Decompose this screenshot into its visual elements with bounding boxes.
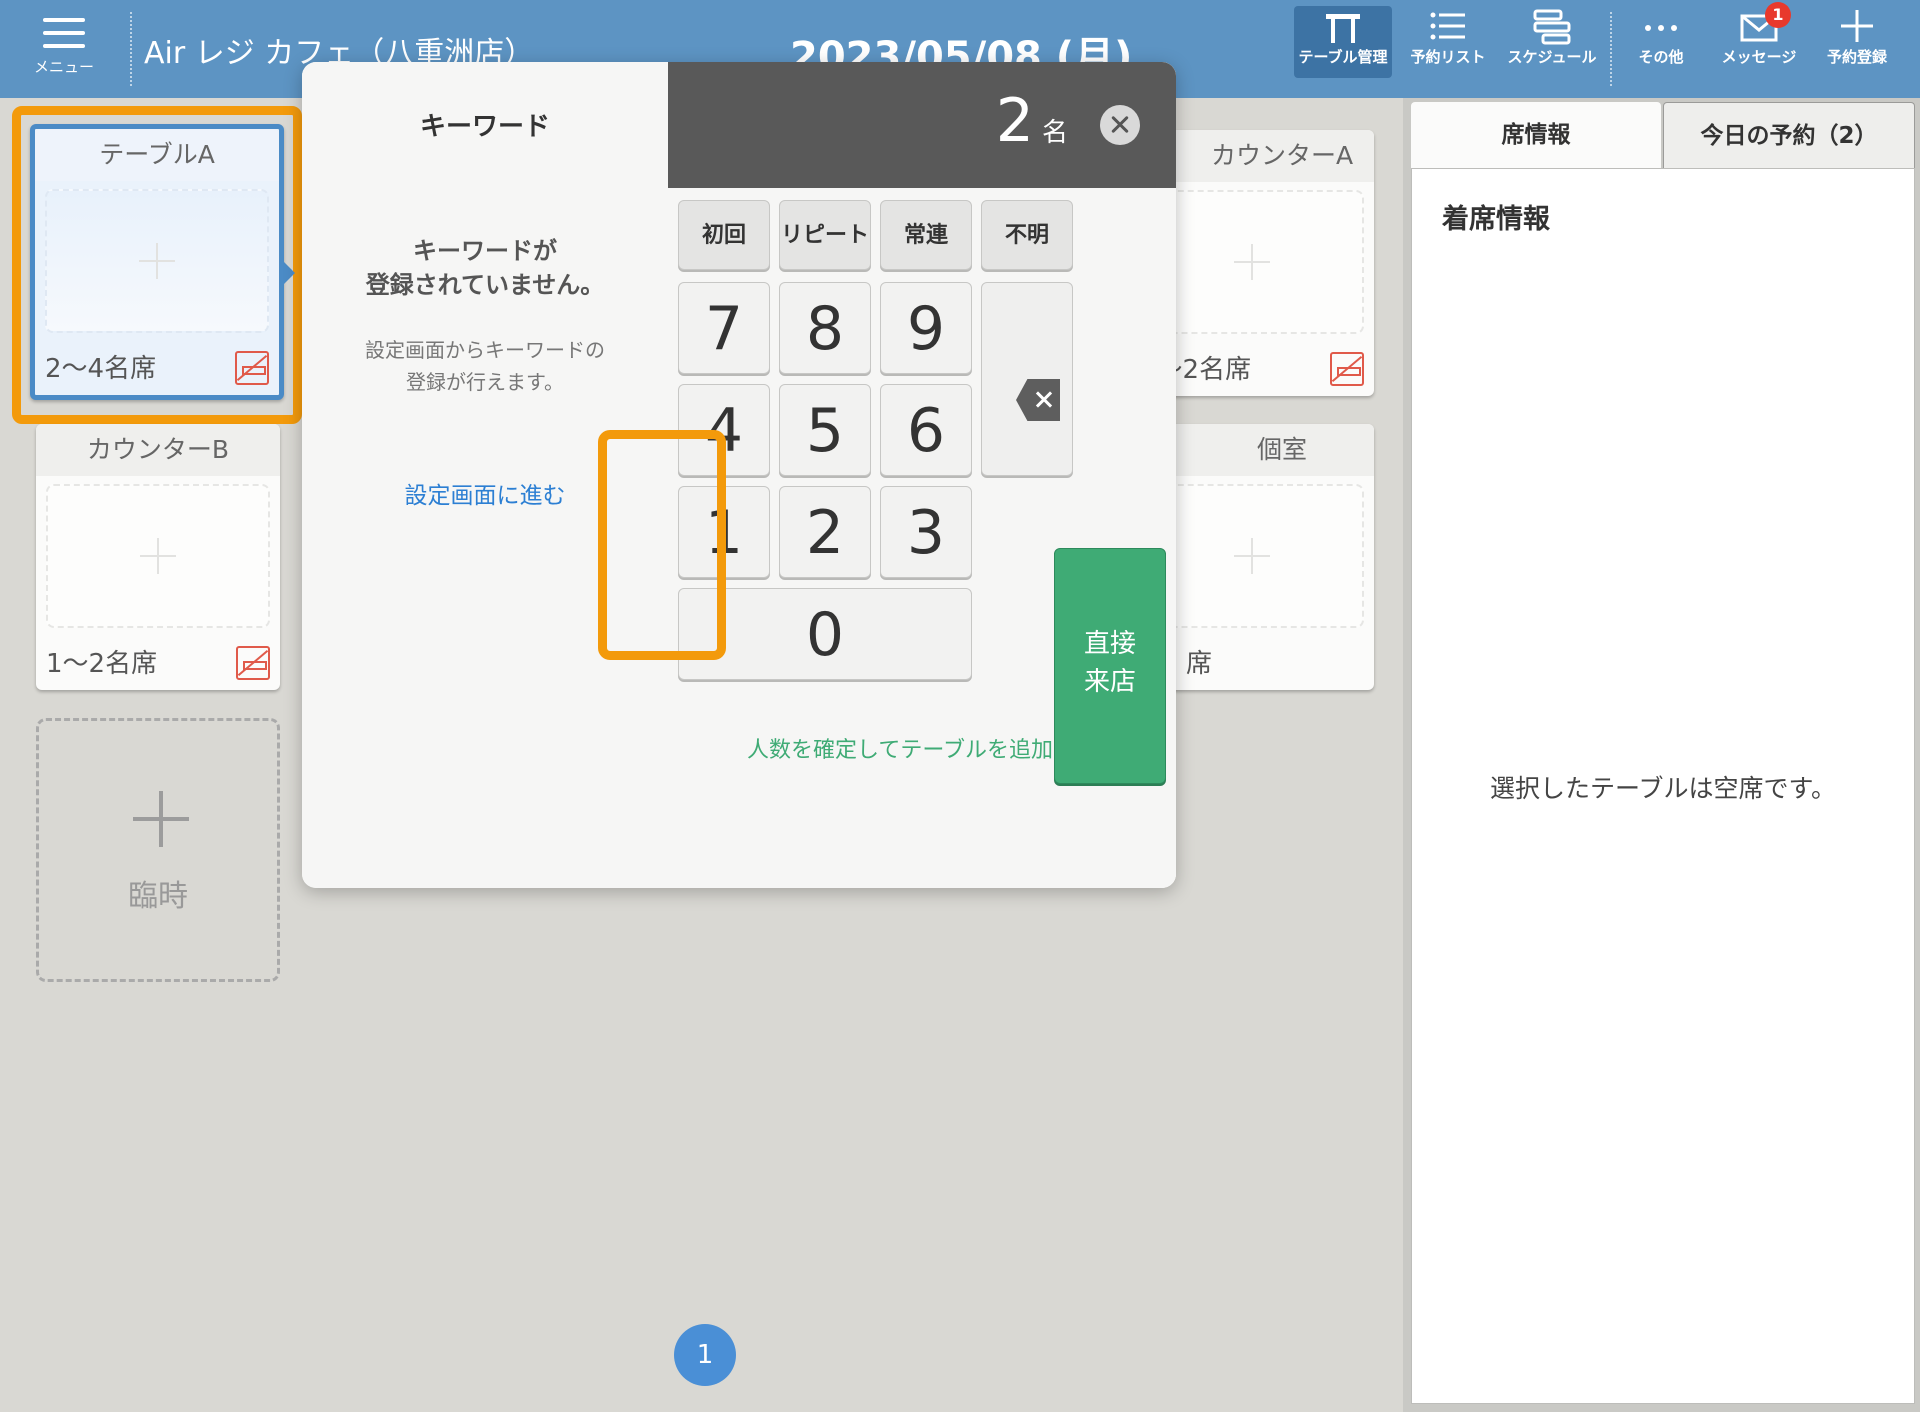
right-panel: 席情報 今日の予約（2） 着席情報 選択したテーブルは空席です。 xyxy=(1403,98,1920,1412)
table-card-a[interactable]: テーブルA 2～4名席 xyxy=(30,124,295,400)
guest-count-unit: 名 xyxy=(1041,118,1068,148)
more-icon xyxy=(1641,6,1681,46)
walk-in-button[interactable]: 直接 来店 xyxy=(1054,548,1166,784)
table-slot xyxy=(45,189,269,333)
key-7[interactable]: 7 xyxy=(678,282,770,374)
table-icon xyxy=(1323,6,1363,46)
table-capacity: 席 xyxy=(1186,649,1213,679)
header-divider xyxy=(1610,12,1612,86)
temporary-table-button[interactable]: 臨時 xyxy=(36,718,280,982)
table-management-label: テーブル管理 xyxy=(1298,48,1388,66)
table-name: カウンターB xyxy=(36,424,280,476)
no-smoking-icon xyxy=(236,646,270,680)
key-5[interactable]: 5 xyxy=(779,384,871,476)
header-divider xyxy=(130,12,132,86)
backspace-button[interactable] xyxy=(981,282,1073,476)
guest-count-dialog: キーワード キーワードが 登録されていません。 設定画面からキーワードの 登録が… xyxy=(302,62,1176,888)
plus-icon xyxy=(1234,538,1270,574)
list-icon xyxy=(1428,6,1468,46)
plus-icon xyxy=(140,538,176,574)
add-reservation-button[interactable]: 予約登録 xyxy=(1816,6,1898,78)
temporary-table-label: 臨時 xyxy=(128,879,188,914)
mail-icon: 1 xyxy=(1739,2,1791,46)
no-smoking-icon xyxy=(235,351,269,385)
schedule-icon xyxy=(1532,6,1572,46)
menu-button[interactable]: メニュー xyxy=(18,14,110,84)
hamburger-icon xyxy=(43,14,85,48)
walkin-highlight xyxy=(598,430,726,660)
plus-icon xyxy=(1234,244,1270,280)
tab-todays-reservations[interactable]: 今日の予約（2） xyxy=(1663,102,1915,168)
message-button[interactable]: 1 メッセージ xyxy=(1714,2,1804,78)
schedule-button[interactable]: スケジュール xyxy=(1502,6,1602,78)
close-icon[interactable] xyxy=(1100,105,1140,145)
plus-icon xyxy=(1837,6,1877,46)
walk-in-line2: 来店 xyxy=(1083,667,1136,697)
tag-first-visit[interactable]: 初回 xyxy=(678,200,770,270)
guest-count: 2名 xyxy=(668,86,1068,156)
menu-label: メニュー xyxy=(33,58,94,76)
reservation-list-button[interactable]: 予約リスト xyxy=(1400,6,1496,78)
guest-count-value: 2 xyxy=(995,86,1034,156)
add-reservation-label: 予約登録 xyxy=(1826,48,1887,66)
key-6[interactable]: 6 xyxy=(880,384,972,476)
plus-icon xyxy=(133,791,189,847)
no-smoking-icon xyxy=(1330,352,1364,386)
count-display: 2名 xyxy=(668,62,1176,188)
seat-info-body: 着席情報 選択したテーブルは空席です。 xyxy=(1411,168,1915,1404)
table-capacity: 2～4名席 xyxy=(45,354,157,384)
selection-pointer xyxy=(283,261,295,285)
key-9[interactable]: 9 xyxy=(880,282,972,374)
keyword-hint-line1: 設定画面からキーワードの xyxy=(365,338,605,362)
tag-unknown[interactable]: 不明 xyxy=(981,200,1073,270)
reservation-list-label: 予約リスト xyxy=(1410,48,1486,66)
section-title: 着席情報 xyxy=(1442,204,1550,235)
empty-message: 選択したテーブルは空席です。 xyxy=(1489,774,1836,803)
message-label: メッセージ xyxy=(1721,48,1797,66)
keyword-hint: 設定画面からキーワードの 登録が行えます。 xyxy=(302,334,668,398)
keyword-empty-line2: 登録されていません。 xyxy=(365,271,605,299)
table-capacity: 1～2名席 xyxy=(46,649,158,679)
table-card-counter-b[interactable]: カウンターB 1～2名席 xyxy=(36,424,280,690)
page-indicator[interactable]: 1 xyxy=(674,1324,736,1386)
table-slot xyxy=(46,484,270,628)
tab-seat-info[interactable]: 席情報 xyxy=(1411,102,1661,168)
key-8[interactable]: 8 xyxy=(779,282,871,374)
message-badge: 1 xyxy=(1765,2,1791,28)
table-management-button[interactable]: テーブル管理 xyxy=(1294,6,1392,78)
keyword-title: キーワード xyxy=(419,112,550,142)
keyword-empty-message: キーワードが 登録されていません。 xyxy=(302,234,668,302)
backspace-icon xyxy=(1016,379,1060,421)
tag-regular[interactable]: 常連 xyxy=(880,200,972,270)
key-2[interactable]: 2 xyxy=(779,486,871,578)
walk-in-line1: 直接 xyxy=(1083,629,1136,659)
plus-icon xyxy=(139,243,175,279)
more-button[interactable]: その他 xyxy=(1624,6,1698,78)
key-3[interactable]: 3 xyxy=(880,486,972,578)
schedule-label: スケジュール xyxy=(1507,48,1597,66)
keyword-hint-line2: 登録が行えます。 xyxy=(406,370,564,394)
tag-repeat[interactable]: リピート xyxy=(779,200,871,270)
more-label: その他 xyxy=(1638,48,1684,66)
keyword-empty-line1: キーワードが xyxy=(413,237,557,265)
table-name: テーブルA xyxy=(35,129,279,181)
